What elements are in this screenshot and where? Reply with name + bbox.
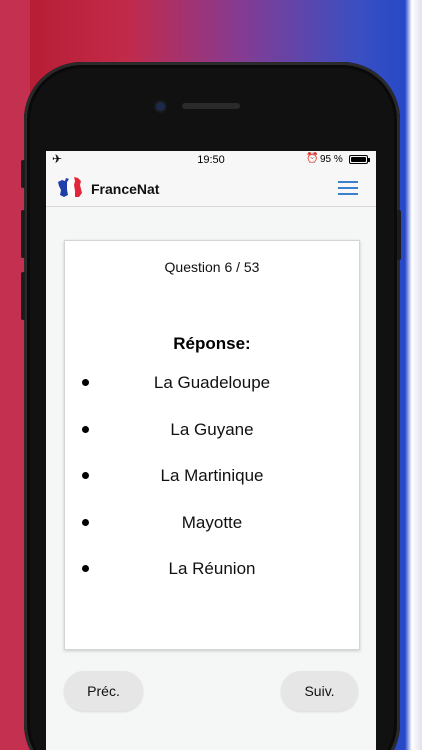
- bullet-icon: [82, 379, 89, 386]
- question-counter: Question 6 / 53: [164, 259, 260, 275]
- mute-switch: [21, 160, 25, 188]
- answer-text: La Réunion: [168, 559, 256, 578]
- next-button[interactable]: Suiv.: [281, 671, 358, 711]
- battery-icon: [349, 155, 370, 164]
- battery-percent: 95 %: [320, 154, 343, 165]
- list-item: La Martinique: [65, 461, 359, 508]
- power-button: [397, 210, 401, 260]
- list-item: La Réunion: [65, 554, 359, 601]
- earpiece-speaker: [182, 103, 240, 109]
- bullet-icon: [82, 425, 89, 433]
- volume-down-button: [21, 272, 25, 320]
- alarm-icon: ⏰: [306, 153, 319, 164]
- front-camera: [156, 102, 165, 111]
- status-bar: ✈ 19:50 ⏰ 95 %: [46, 151, 376, 169]
- answer-text: Mayotte: [181, 512, 243, 532]
- previous-button[interactable]: Préc.: [64, 671, 143, 711]
- app-title: FranceNat: [91, 181, 160, 197]
- answer-text: La Guyane: [170, 419, 254, 439]
- hamburger-menu-icon[interactable]: [338, 181, 358, 195]
- bullet-icon: [82, 565, 89, 572]
- answer-heading: Réponse:: [173, 334, 251, 353]
- bullet-icon: [82, 518, 89, 526]
- answer-list: La Guadeloupe La Guyane La Martinique Ma…: [65, 368, 359, 601]
- answer-text: La Guadeloupe: [153, 373, 271, 392]
- volume-up-button: [21, 210, 25, 258]
- list-item: Mayotte: [65, 508, 359, 555]
- france-map-flag-icon: [58, 177, 82, 197]
- answer-card: Question 6 / 53 Réponse: La Guadeloupe L…: [64, 240, 360, 650]
- answer-text: La Martinique: [160, 466, 264, 485]
- list-item: La Guyane: [65, 415, 359, 462]
- bullet-icon: [82, 472, 89, 479]
- background-right-stripe: [405, 0, 422, 750]
- app-header: FranceNat: [46, 169, 376, 207]
- list-item: La Guadeloupe: [65, 368, 359, 415]
- app-screen: ✈ 19:50 ⏰ 95 % FranceNat Question 6 / 53…: [46, 151, 376, 750]
